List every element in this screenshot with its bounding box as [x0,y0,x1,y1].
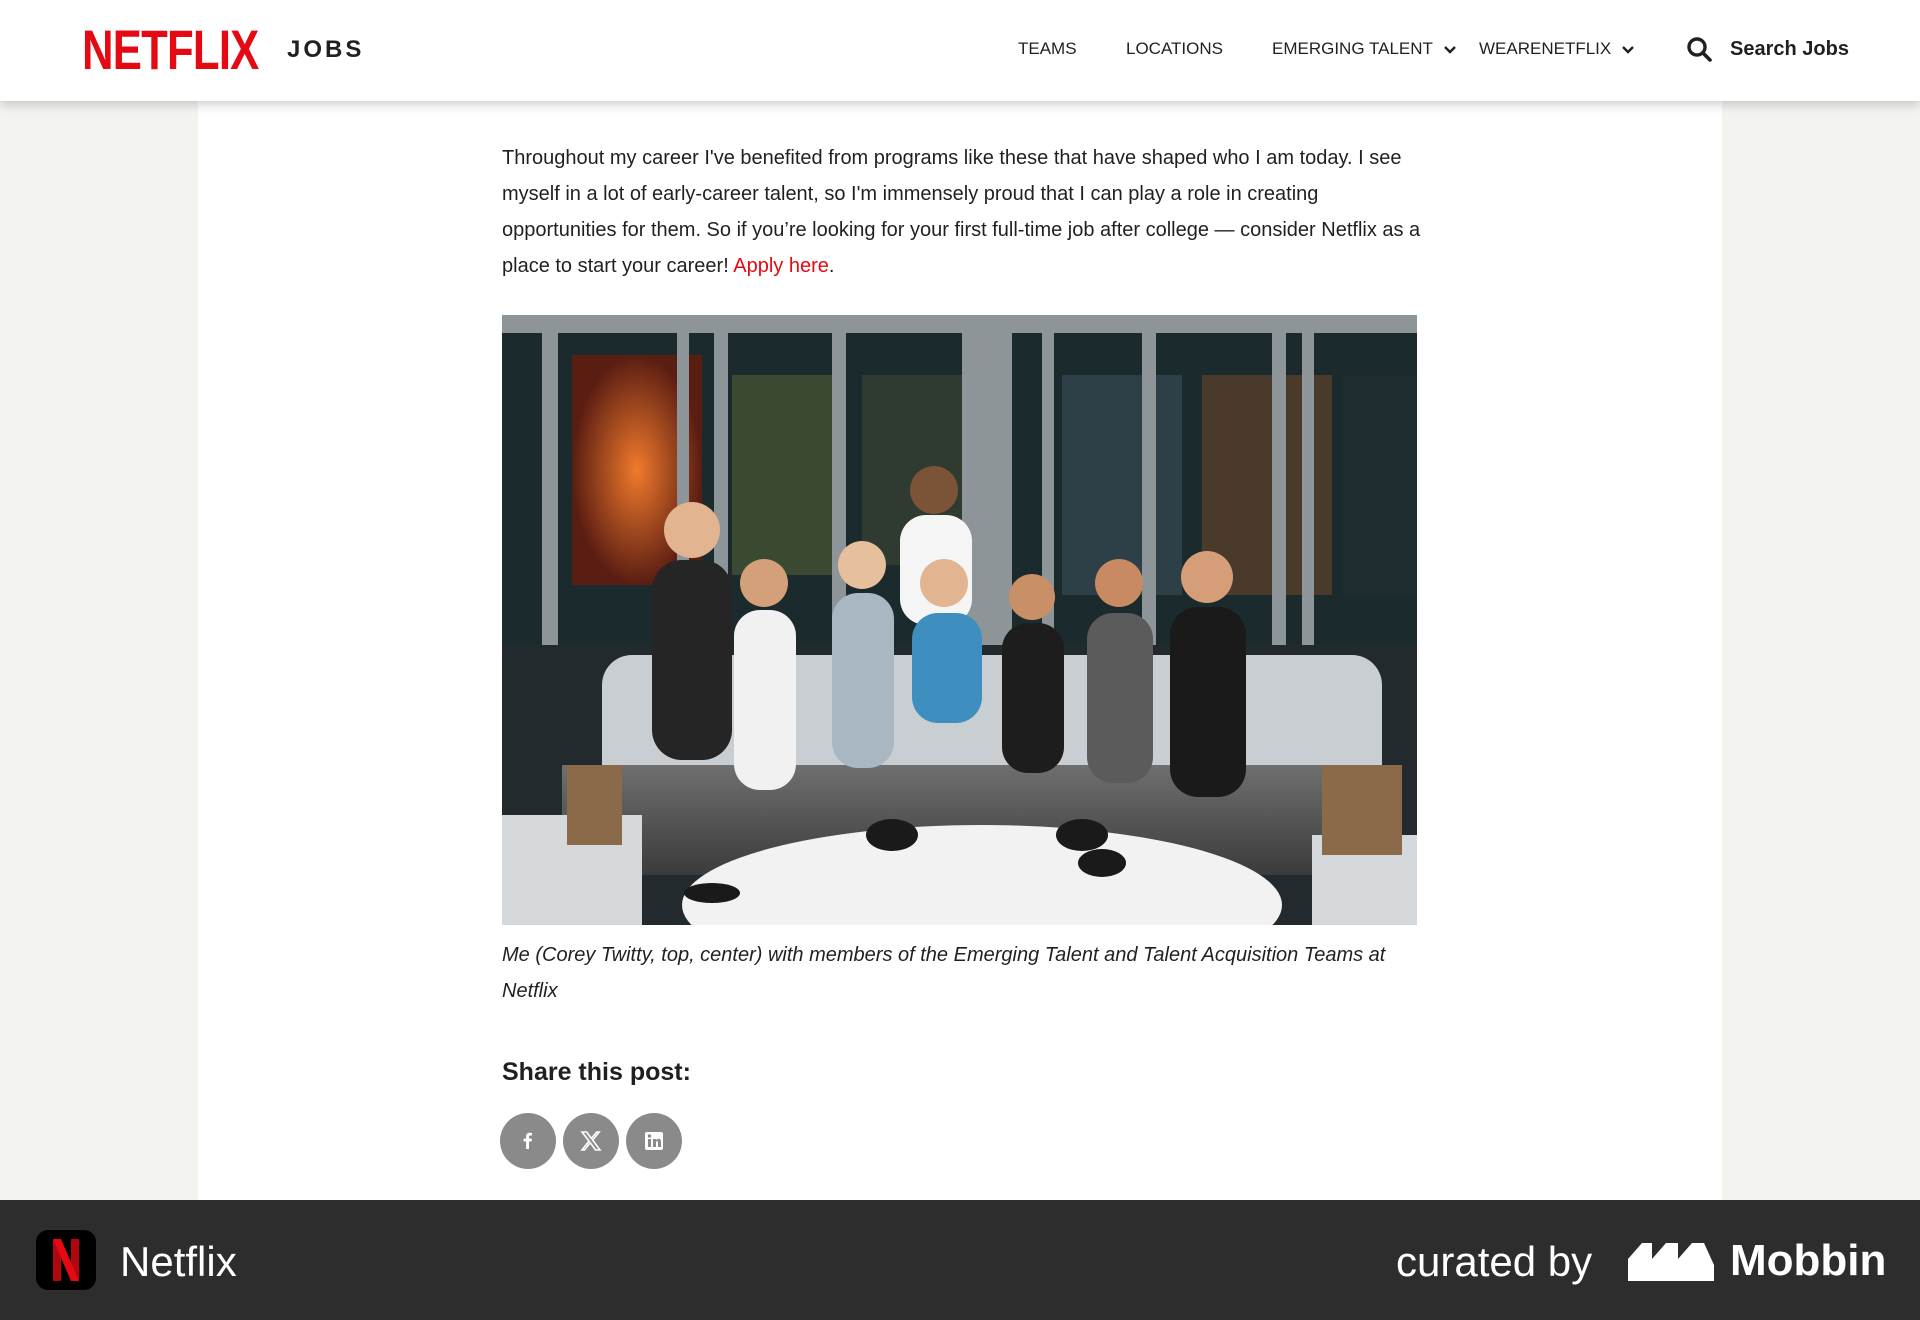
share-x-button[interactable] [563,1113,619,1169]
nav-wearenetflix-label: WEARENETFLIX [1479,39,1612,58]
share-facebook-button[interactable] [500,1113,556,1169]
netflix-n-icon [53,1239,79,1281]
mobbin-wordmark: Mobbin [1730,1236,1887,1285]
team-photo-illustration [502,315,1417,925]
jobs-label[interactable]: JOBS [287,36,364,64]
nav-emerging-talent-label: EMERGING TALENT [1272,39,1433,58]
search-jobs-label: Search Jobs [1730,37,1849,60]
mobbin-footer: Netflix curated by Mobbin [0,1200,1920,1320]
search-jobs-button[interactable]: Search Jobs [1686,36,1849,62]
share-buttons [500,1113,689,1169]
search-icon [1687,37,1712,62]
share-title: Share this post: [502,1058,691,1086]
team-photo [502,315,1417,925]
article-paragraph: Throughout my career I've benefited from… [502,140,1422,284]
footer-app-name: Netflix [120,1238,237,1285]
curated-by-label: curated by [1396,1238,1593,1285]
nav-emerging-talent[interactable]: EMERGING TALENT [1272,39,1457,59]
nav-locations-label: LOCATIONS [1126,39,1223,58]
netflix-app-icon [36,1230,96,1290]
linkedin-icon [645,1132,663,1150]
paragraph-period: . [828,255,835,277]
nav-teams-label: TEAMS [1018,39,1077,58]
netflix-logo[interactable]: NETFLIX [82,22,259,78]
site-header: NETFLIX JOBS TEAMS LOCATIONS EMERGING TA… [0,0,1920,101]
photo-caption: Me (Corey Twitty, top, center) with memb… [502,944,1386,1002]
facebook-icon [523,1132,532,1149]
nav-wearenetflix[interactable]: WEARENETFLIX [1479,39,1635,59]
chevron-down-icon [1444,46,1456,54]
nav-locations[interactable]: LOCATIONS [1126,39,1223,59]
chevron-down-icon [1622,46,1635,54]
nav-teams[interactable]: TEAMS [1018,39,1077,59]
x-twitter-icon [580,1131,602,1151]
apply-here-link[interactable]: Apply here [733,255,829,277]
share-linkedin-button[interactable] [626,1113,682,1169]
mobbin-mark-icon [1628,1243,1714,1281]
paragraph-text: Throughout my career I've benefited from… [502,147,1421,277]
mobbin-logo[interactable]: Mobbin [1626,1236,1886,1286]
